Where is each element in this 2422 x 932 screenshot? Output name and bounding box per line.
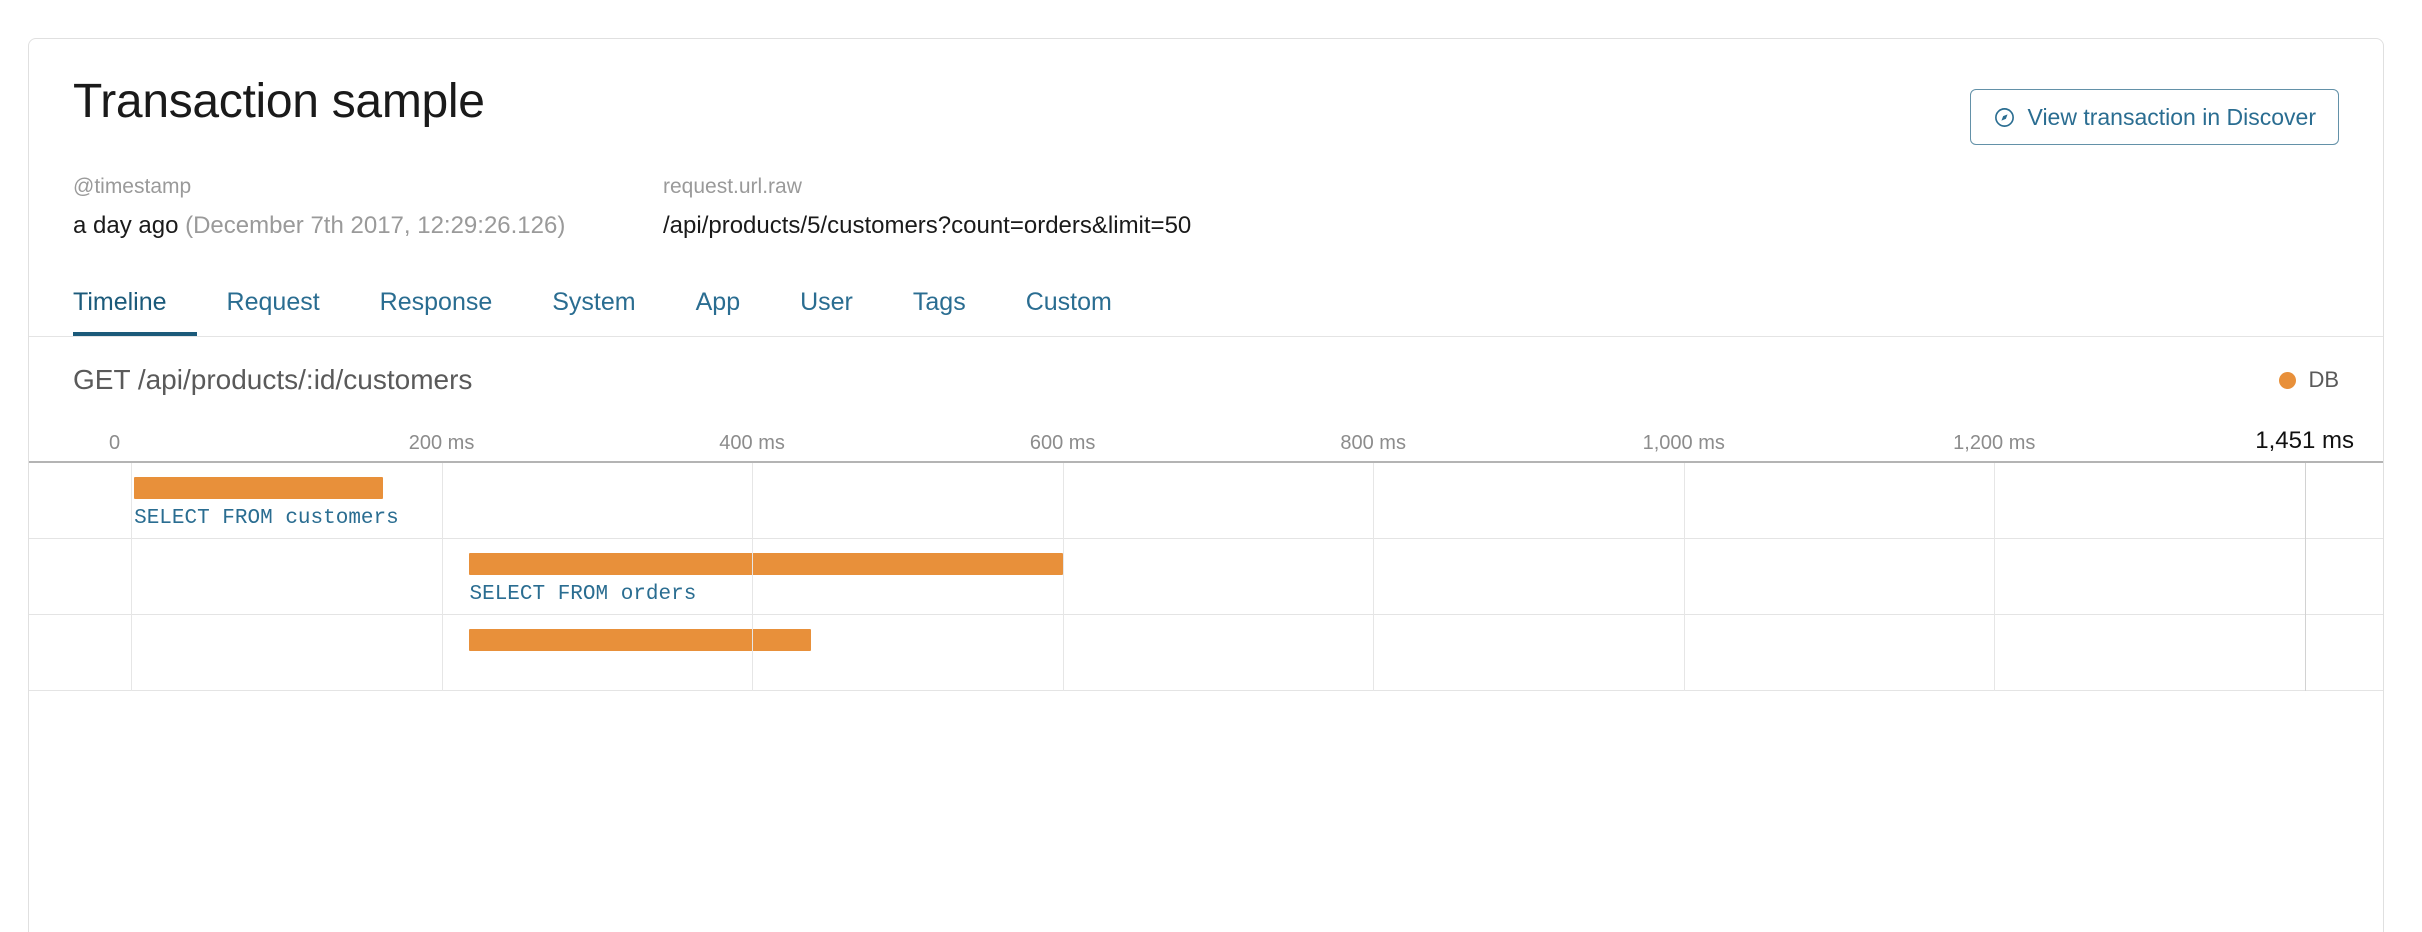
timeline-gridline [1063,463,1064,691]
request-url-field: request.url.raw /api/products/5/customer… [663,173,1191,241]
timeline-panel: GET /api/products/:id/customers DB 0 200 … [29,337,2383,691]
axis-tick: 1,200 ms [1953,432,2035,455]
span-bar[interactable] [134,477,382,499]
timeline-legend: DB [2279,367,2339,393]
transaction-sample-card: Transaction sample View transaction in D… [28,38,2384,932]
tab-user[interactable]: User [770,290,883,336]
compass-icon [1993,106,2016,129]
timeline-gridline [1373,463,1374,691]
tab-label: Tags [913,288,966,316]
timeline-span-row[interactable] [29,615,2383,691]
request-url-value: /api/products/5/customers?count=orders&l… [663,210,1191,241]
transaction-sample-page: Transaction sample View transaction in D… [0,0,2422,932]
span-bar[interactable] [469,629,811,651]
timestamp-field: @timestamp a day ago (December 7th 2017,… [73,173,663,241]
tab-timeline[interactable]: Timeline [73,290,197,336]
timeline-span-row[interactable]: SELECT FROM orders [29,539,2383,615]
timeline-title: GET /api/products/:id/customers [73,364,472,396]
timeline-gridline [131,463,132,691]
timeline-header: GET /api/products/:id/customers DB [29,337,2383,423]
timestamp-value: a day ago (December 7th 2017, 12:29:26.1… [73,210,663,241]
tab-label: Response [380,288,493,316]
timeline-body: SELECT FROM customers SELECT FROM orders [29,463,2383,691]
axis-tick: 1,000 ms [1643,432,1725,455]
tab-response[interactable]: Response [350,290,523,336]
tab-custom[interactable]: Custom [996,290,1142,336]
tab-label: Custom [1026,288,1112,316]
view-transaction-in-discover-button[interactable]: View transaction in Discover [1970,89,2339,145]
timeline-axis: 0 200 ms 400 ms 600 ms 800 ms 1,000 ms 1,200 m… [29,423,2383,463]
timestamp-label: @timestamp [73,173,663,200]
tab-label: App [696,288,740,316]
db-legend-label: DB [2308,367,2339,393]
timestamp-absolute: (December 7th 2017, 12:29:26.126) [185,212,565,239]
axis-tick: 600 ms [1030,432,1096,455]
tab-label: User [800,288,853,316]
span-label: SELECT FROM orders [469,583,696,606]
tab-tags[interactable]: Tags [883,290,996,336]
metadata-row: @timestamp a day ago (December 7th 2017,… [29,131,2383,241]
axis-total-label: 1,451 ms [2255,427,2354,455]
span-label: SELECT FROM customers [134,507,399,530]
timestamp-relative: a day ago [73,212,178,239]
discover-button-label: View transaction in Discover [2028,104,2316,131]
card-header: Transaction sample View transaction in D… [29,39,2383,131]
tab-app[interactable]: App [666,290,770,336]
span-bar[interactable] [469,553,1062,575]
db-legend-dot [2279,372,2296,389]
tab-label: Timeline [73,288,167,316]
request-url-label: request.url.raw [663,173,1191,200]
axis-tick: 200 ms [409,432,475,455]
timeline-gridline [442,463,443,691]
timeline-span-row[interactable]: SELECT FROM customers [29,463,2383,539]
tab-request[interactable]: Request [197,290,350,336]
timeline-gridline [2305,463,2306,691]
tab-system[interactable]: System [522,290,665,336]
tab-label: Request [227,288,320,316]
tab-label: System [552,288,635,316]
timeline-gridline [1684,463,1685,691]
axis-tick: 800 ms [1340,432,1406,455]
tab-bar: Timeline Request Response System App User Tags… [29,241,2383,337]
timeline-gridline [752,463,753,691]
axis-tick: 0 [109,432,120,455]
axis-tick: 400 ms [719,432,785,455]
timeline-gridline [1994,463,1995,691]
